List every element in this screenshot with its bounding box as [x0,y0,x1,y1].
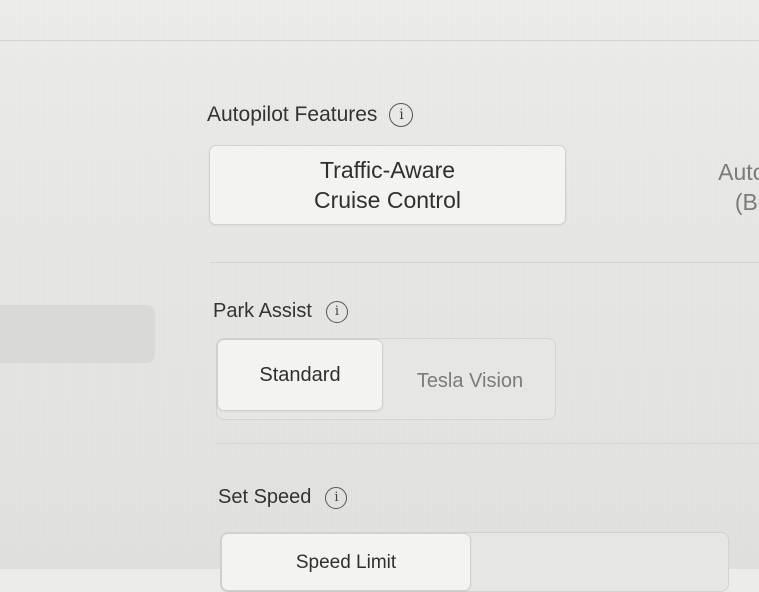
top-divider [0,40,759,41]
set-speed-segmented-control: Speed Limit [220,532,729,592]
option-autosteer-beta[interactable]: Autos (Bet [566,145,759,225]
left-panel-card[interactable] [0,305,155,363]
info-icon[interactable]: i [389,103,414,127]
option-line-1: Traffic-Aware [319,157,456,183]
option-line-2: Cruise Control [314,187,461,213]
option-line-1: Autos [718,159,759,185]
option-label: Speed Limit [295,552,397,573]
park-assist-label: Park Assist [213,300,312,322]
autopilot-features-label: Autopilot Features [207,103,378,126]
set-speed-label: Set Speed [218,486,312,508]
option-label: Tesla Vision [416,369,524,392]
option-traffic-aware-cruise-control[interactable]: Traffic-Aware Cruise Control [209,145,566,225]
park-assist-divider [215,443,759,444]
option-line-2: (Bet [734,189,759,215]
autopilot-segmented-control: Traffic-Aware Cruise Control Autos (Bet [209,145,759,227]
park-assist-segmented-control: Standard Tesla Vision [216,338,556,420]
option-tesla-vision[interactable]: Tesla Vision [385,339,555,419]
info-icon[interactable]: i [325,300,348,323]
park-assist-heading: Park Assist i [213,300,348,323]
option-label: Standard [259,363,341,386]
set-speed-heading: Set Speed i [218,486,348,509]
autopilot-features-heading: Autopilot Features i [207,103,414,127]
autopilot-divider [210,262,759,263]
option-standard[interactable]: Standard [217,339,383,411]
option-speed-limit[interactable]: Speed Limit [221,533,471,591]
info-icon[interactable]: i [325,486,348,509]
